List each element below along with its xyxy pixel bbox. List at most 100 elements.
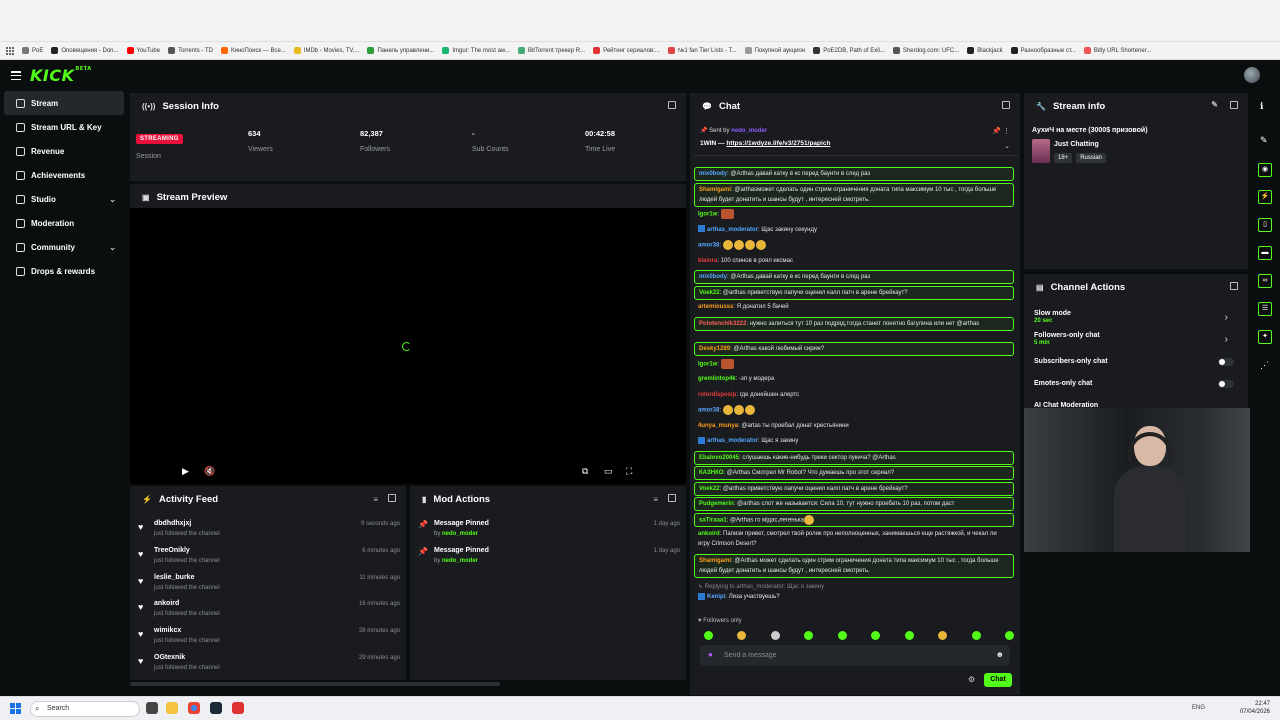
chevron-right-icon[interactable]: › bbox=[1225, 312, 1228, 323]
chat-message[interactable]: Igor1w: bbox=[694, 208, 1014, 221]
chevron-down-icon[interactable]: ⌄ bbox=[1004, 142, 1010, 150]
chrome-icon[interactable] bbox=[188, 702, 200, 714]
chat-message[interactable]: gremlintop4k: -зп у модера bbox=[694, 373, 1014, 385]
chat-message[interactable]: Igor1w: bbox=[694, 358, 1014, 371]
chevron-down-icon[interactable]: ⌄ bbox=[109, 243, 116, 252]
bolt-icon[interactable]: ⚡ bbox=[1258, 190, 1272, 204]
emoji-icon[interactable]: ☻ bbox=[996, 650, 1004, 659]
follower-name[interactable]: TreeOnikly bbox=[154, 547, 190, 554]
bookmark[interactable]: PoE2DB, Path of Exil... bbox=[813, 47, 885, 54]
follower-name[interactable]: leslie_burke bbox=[154, 574, 194, 581]
pip-icon[interactable]: ⧉ bbox=[582, 466, 588, 477]
chat-message[interactable]: Voek22: @arthas приветствую папучи оцени… bbox=[694, 285, 1014, 300]
bookmark[interactable]: Панель управлени... bbox=[367, 47, 434, 54]
lang-indicator[interactable]: ENG bbox=[1192, 705, 1205, 711]
chat-username[interactable]: Desky1289 bbox=[699, 346, 730, 352]
chat-username[interactable]: Polotenchik3222 bbox=[699, 321, 746, 327]
toggle-switch[interactable] bbox=[1218, 358, 1234, 366]
chat-message[interactable]: rolordisposip: где донейшен алертс bbox=[694, 389, 1014, 401]
follower-name[interactable]: OGtexnik bbox=[154, 654, 185, 661]
chat-message[interactable]: saTiraaa1: @Arthas го мідас,легенька bbox=[694, 512, 1014, 528]
bookmark[interactable]: Imgur: The most aw... bbox=[442, 47, 510, 54]
wrench-icon[interactable]: ✦ bbox=[1258, 330, 1272, 344]
chevron-right-icon[interactable]: › bbox=[1225, 334, 1228, 345]
chat-username[interactable]: arthas_moderator bbox=[707, 438, 758, 444]
chat-username[interactable]: klainra bbox=[698, 258, 717, 264]
chat-message[interactable]: mix0body: @Arthas давай катку в кс перед… bbox=[694, 270, 1014, 284]
chat-message[interactable]: Voek22: @arthas приветствую папучи оцени… bbox=[694, 481, 1014, 496]
chat-message[interactable]: КАЗНКО: @Arthas Смотрел Mr Robot? Что ду… bbox=[694, 466, 1014, 480]
clock[interactable]: 22:47 07/04/2026 bbox=[1240, 700, 1270, 716]
link-icon[interactable]: ∞ bbox=[1258, 274, 1272, 288]
popout-icon[interactable] bbox=[668, 494, 676, 502]
chat-message[interactable]: arthas_moderator: Щас я закину bbox=[694, 435, 1014, 447]
sidebar-item-stream-url-key[interactable]: Stream URL & Key bbox=[4, 115, 124, 139]
sidebar-item-drops-rewards[interactable]: Drops & rewards bbox=[4, 259, 124, 283]
chat-username[interactable]: 4unya_munya bbox=[698, 423, 738, 429]
toggle-switch[interactable] bbox=[1218, 380, 1234, 388]
pinned-message[interactable]: 📌 Sent by nedo_moder 1WIN — https://1wdy… bbox=[694, 122, 1018, 156]
channel-action-subscribers-only-chat[interactable]: Subscribers-only chat bbox=[1034, 358, 1234, 366]
chat-message[interactable]: amor38: bbox=[694, 239, 1014, 252]
follower-name[interactable]: wimikcx bbox=[154, 627, 181, 634]
taskview-icon[interactable] bbox=[146, 702, 158, 714]
gear-icon[interactable]: ⚙ bbox=[968, 675, 975, 684]
bookmark[interactable]: IMDb - Movies, TV,... bbox=[293, 47, 359, 54]
chat-message[interactable]: Pudgemerin: @arthas слот же называется: … bbox=[694, 497, 1014, 511]
chat-username[interactable]: Ebalovo20045 bbox=[699, 455, 739, 461]
chat-username[interactable]: mix0body bbox=[699, 171, 727, 177]
chat-username[interactable]: Shamigami bbox=[699, 187, 731, 193]
list-icon[interactable]: ☰ bbox=[1258, 302, 1272, 316]
channel-action-slow-mode[interactable]: Slow mode 20 sec › bbox=[1034, 310, 1234, 324]
chevron-down-icon[interactable]: ⌄ bbox=[109, 195, 116, 204]
filter-icon[interactable]: ≡ bbox=[653, 495, 658, 504]
moderator-name[interactable]: nedo_moder bbox=[442, 558, 478, 564]
popout-icon[interactable] bbox=[1230, 282, 1238, 290]
user-avatar[interactable] bbox=[1244, 67, 1260, 83]
share-icon[interactable]: ⋰ bbox=[1260, 360, 1269, 371]
chat-username[interactable]: Kenipi bbox=[707, 594, 725, 600]
chat-message[interactable]: Shamigami: @Arthas может сделать один ст… bbox=[694, 553, 1014, 578]
chat-username[interactable]: Voek22 bbox=[699, 486, 720, 492]
chat-username[interactable]: Shamigami bbox=[699, 558, 731, 564]
video-player[interactable]: ▶ 🔇 ⧉ ▭ ⛶ bbox=[130, 208, 686, 484]
bookmark[interactable]: Blackjack bbox=[967, 47, 1003, 54]
edit-icon[interactable]: ✎ bbox=[1260, 135, 1268, 146]
chat-username[interactable]: ankoird bbox=[698, 531, 720, 537]
mic-icon[interactable]: ● bbox=[708, 650, 713, 659]
chat-message[interactable]: amor38: bbox=[694, 404, 1014, 417]
pin-icon[interactable]: 📌 ⋮ bbox=[992, 127, 1010, 135]
chat-username[interactable]: arthas_moderator bbox=[707, 227, 758, 233]
popout-icon[interactable] bbox=[388, 494, 396, 502]
popout-icon[interactable] bbox=[1230, 101, 1238, 109]
chat-message[interactable]: mix0body: @Arthas давай катку в кс перед… bbox=[694, 167, 1014, 181]
chat-message[interactable]: Ebalovo20045: слушаешь какие-нибудь трек… bbox=[694, 450, 1014, 465]
chat-username[interactable]: amor38 bbox=[698, 243, 719, 249]
filter-icon[interactable]: ≡ bbox=[373, 495, 378, 504]
menu-icon[interactable] bbox=[11, 71, 21, 80]
theater-icon[interactable]: ▭ bbox=[604, 466, 613, 477]
chat-username[interactable]: mix0body bbox=[699, 274, 727, 280]
channel-action-followers-only-chat[interactable]: Followers-only chat 5 min › bbox=[1034, 332, 1234, 346]
chat-message[interactable]: artemiousss: Я донатил 5 бачей bbox=[694, 301, 1014, 313]
play-icon[interactable]: ▶ bbox=[182, 466, 189, 477]
popout-icon[interactable] bbox=[668, 101, 676, 109]
chat-username[interactable]: Igor1w bbox=[698, 361, 717, 367]
chat-username[interactable]: rolordisposip bbox=[698, 392, 736, 398]
bookmark[interactable]: Torrents - TD bbox=[168, 47, 213, 54]
follower-name[interactable]: ankoird bbox=[154, 600, 179, 607]
bookmark[interactable]: Оповещения - Don... bbox=[51, 47, 119, 54]
chat-message[interactable]: Desky1289: @Arthas какой любимый сириж? bbox=[694, 342, 1014, 356]
sidebar-item-community[interactable]: Community ⌄ bbox=[4, 235, 124, 259]
channel-action-emotes-only-chat[interactable]: Emotes-only chat bbox=[1034, 380, 1234, 388]
sidebar-item-achievements[interactable]: Achievements bbox=[4, 163, 124, 187]
chat-input[interactable]: ● Send a message ☻ bbox=[700, 645, 1010, 666]
taskbar-search[interactable]: ⌕ Search bbox=[30, 701, 140, 717]
horizontal-scrollbar[interactable] bbox=[130, 682, 500, 686]
chat-icon[interactable]: ▬ bbox=[1258, 246, 1272, 260]
moderator-name[interactable]: nedo_moder bbox=[442, 531, 478, 537]
bookmark[interactable]: BitTorrent трекер R... bbox=[517, 47, 585, 54]
chat-message[interactable]: Shamigami: @arthasможет сделать один стр… bbox=[694, 182, 1014, 207]
steam-icon[interactable] bbox=[210, 702, 222, 714]
bookmark[interactable]: №1 fan Tier Lists - T... bbox=[667, 47, 737, 54]
